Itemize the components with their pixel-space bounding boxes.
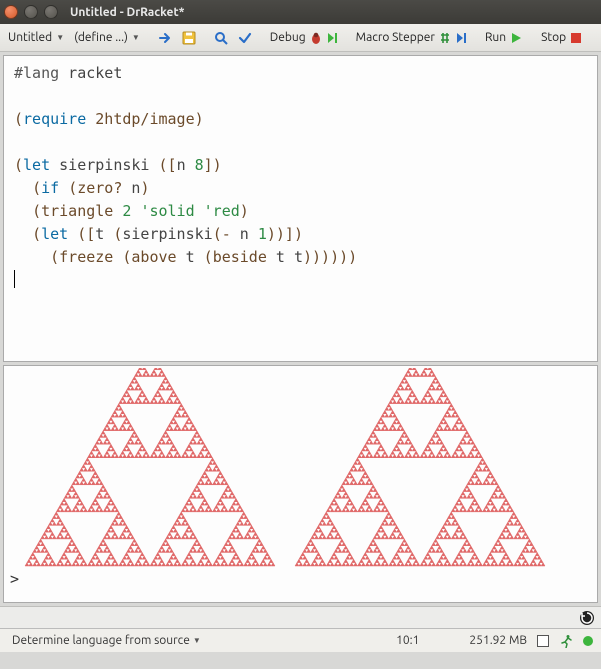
macro-stepper-label: Macro Stepper xyxy=(356,31,435,44)
macro-stepper-button[interactable]: Macro Stepper xyxy=(352,29,471,47)
stop-icon xyxy=(569,31,583,45)
check-syntax-button[interactable] xyxy=(234,29,256,47)
save-icon xyxy=(182,31,196,45)
filename-dropdown[interactable]: Untitled ▼ xyxy=(4,29,68,46)
mid-status-bar xyxy=(0,606,601,628)
arrow-right-icon xyxy=(158,31,172,45)
step-forward-icon xyxy=(455,32,467,44)
toolbar: Untitled ▼ (define ...) ▼ Debug Macro St… xyxy=(0,24,601,52)
filename-label: Untitled xyxy=(8,31,52,44)
window-title: Untitled - DrRacket* xyxy=(70,6,185,19)
interactions-area[interactable]: > xyxy=(4,366,597,602)
code-editor[interactable]: #lang racket (require 2htdp/image) (let … xyxy=(4,56,597,361)
language-chooser[interactable]: Determine language from source ▼ xyxy=(8,632,205,649)
step-forward-icon xyxy=(326,32,338,44)
bug-icon xyxy=(309,31,323,45)
fractal-svg xyxy=(10,368,570,568)
debug-button[interactable]: Debug xyxy=(266,29,342,47)
status-dot-icon xyxy=(583,636,593,646)
window-minimize-button[interactable] xyxy=(24,5,38,19)
chevron-down-icon: ▼ xyxy=(193,636,201,645)
search-button[interactable] xyxy=(210,29,232,47)
debug-label: Debug xyxy=(270,31,306,44)
stop-label: Stop xyxy=(541,31,566,44)
chevron-down-icon: ▼ xyxy=(132,33,140,42)
interactions-pane: > xyxy=(3,365,598,603)
recycle-icon[interactable] xyxy=(579,610,595,626)
repl-prompt: > xyxy=(10,570,591,588)
save-button[interactable] xyxy=(178,29,200,47)
stop-button[interactable]: Stop xyxy=(537,29,587,47)
running-man-icon xyxy=(559,634,573,648)
definitions-label: (define ...) xyxy=(74,31,128,44)
play-icon xyxy=(509,31,523,45)
magnifier-icon xyxy=(214,31,228,45)
run-label: Run xyxy=(485,31,506,44)
go-forward-button[interactable] xyxy=(154,29,176,47)
definitions-pane: #lang racket (require 2htdp/image) (let … xyxy=(3,55,598,362)
window-maximize-button[interactable] xyxy=(44,5,58,19)
definitions-dropdown[interactable]: (define ...) ▼ xyxy=(70,29,144,46)
chevron-down-icon: ▼ xyxy=(56,33,64,42)
cursor-position: 10:1 xyxy=(396,634,419,647)
status-bar: Determine language from source ▼ 10:1 25… xyxy=(0,628,601,652)
window-close-button[interactable] xyxy=(4,5,18,19)
memory-usage: 251.92 MB xyxy=(469,634,527,647)
hash-icon xyxy=(438,31,452,45)
gc-box-icon[interactable] xyxy=(537,635,549,647)
sierpinski-output xyxy=(10,368,591,568)
language-label: Determine language from source xyxy=(12,634,190,647)
check-icon xyxy=(238,31,252,45)
titlebar: Untitled - DrRacket* xyxy=(0,0,601,24)
run-button[interactable]: Run xyxy=(481,29,527,47)
